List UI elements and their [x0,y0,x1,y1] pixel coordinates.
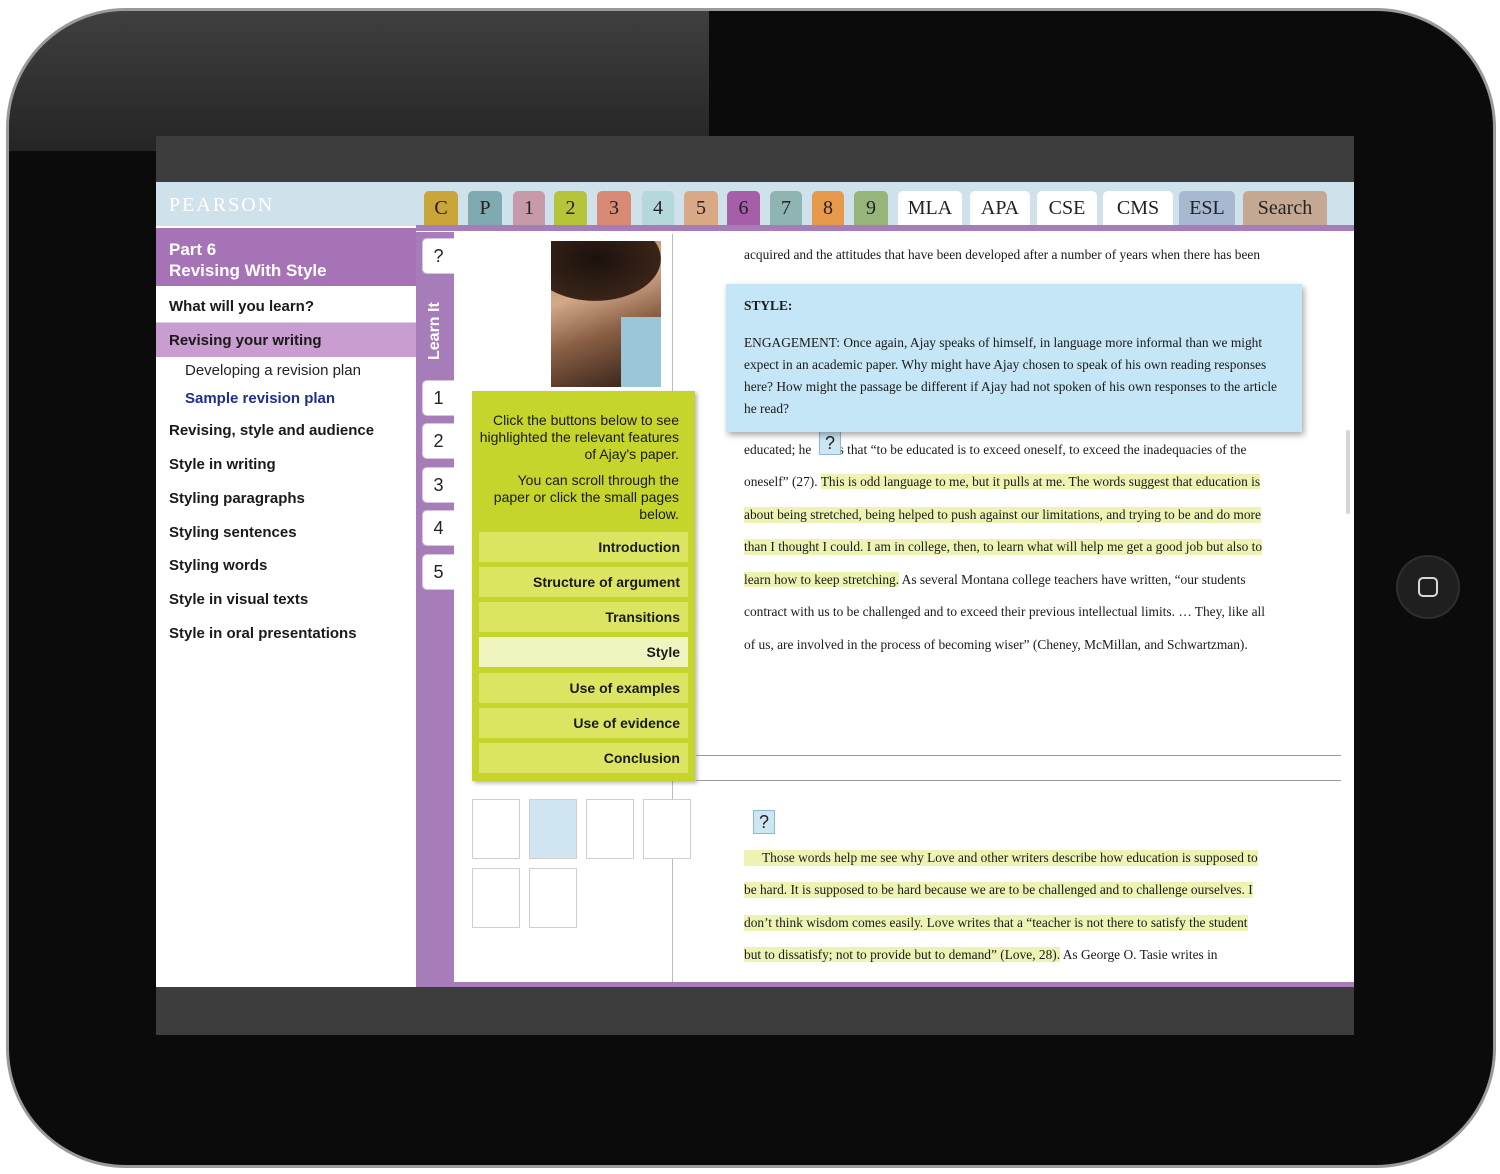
tab-1[interactable]: 1 [513,191,545,226]
nav-revising-style-audience[interactable]: Revising, style and audience [169,422,374,439]
highlighted-text: learn how to keep stretching. [744,572,900,587]
tab-4[interactable]: 4 [642,191,674,226]
structure-of-argument-button[interactable]: Structure of argument [479,567,688,597]
tab-c[interactable]: C [424,191,458,226]
highlighted-text: be hard. It is supposed to be hard becau… [744,882,1253,898]
nav-developing-revision-plan[interactable]: Developing a revision plan [185,362,361,379]
nav-style-visual-texts[interactable]: Style in visual texts [169,591,308,608]
doc-text: es that “to be educated is to exceed one… [832,442,1247,457]
annotation-marker[interactable]: ? [819,431,841,455]
pearson-logo: PEARSON [169,194,275,216]
tab-search[interactable]: Search [1243,191,1327,226]
doc-line: but to dissatisfy; not to provide but to… [744,947,1218,963]
nav-styling-sentences[interactable]: Styling sentences [169,524,297,541]
style-button[interactable]: Style [479,637,688,667]
home-button[interactable] [1396,555,1460,619]
style-popup: STYLE: ENGAGEMENT: Once again, Ajay spea… [726,284,1302,432]
highlighted-text: don’t think wisdom comes easily. Love wr… [744,915,1248,931]
nav-styling-words[interactable]: Styling words [169,557,267,574]
tab-5[interactable]: 5 [684,191,718,226]
tab-2[interactable]: 2 [554,191,587,226]
nav-what-will-you-learn[interactable]: What will you learn? [169,298,314,315]
help-tab[interactable]: ? [422,238,454,274]
tab-esl[interactable]: ESL [1179,191,1235,226]
nav-styling-paragraphs[interactable]: Styling paragraphs [169,490,305,507]
use-of-evidence-button[interactable]: Use of evidence [479,708,688,738]
page-thumbnail[interactable] [586,799,634,859]
page-thumbnail[interactable] [472,868,520,928]
transitions-button[interactable]: Transitions [479,602,688,632]
tab-6[interactable]: 6 [727,191,760,226]
bottom-rule [416,982,1354,987]
nav-sample-revision-plan[interactable]: Sample revision plan [185,390,335,407]
tablet-screen: PEARSON C P 1 2 3 4 5 6 7 8 9 MLA APA CSE CMS ESL Search… [156,136,1354,1035]
highlighted-text: than I thought I could. I am in college,… [744,539,1263,555]
app-window: PEARSON C P 1 2 3 4 5 6 7 8 9 MLA APA CSE CMS ESL Search… [156,182,1354,987]
page-break-line [696,755,1341,756]
tab-mla[interactable]: MLA [898,191,962,226]
page-thumbnail[interactable] [529,868,577,928]
doc-line: acquired and the attitudes that have bee… [744,247,1261,262]
part-header: Part 6 Revising With Style [156,228,416,286]
learn-tab-2[interactable]: 2 [422,423,454,459]
student-photo [551,241,661,387]
tab-8[interactable]: 8 [812,191,844,226]
introduction-button[interactable]: Introduction [479,532,688,562]
home-square-icon [1418,577,1438,597]
highlighted-text: about being stretched, being helped to p… [744,507,1261,523]
panel-intro: Click the buttons below to see highlight… [479,412,679,462]
tab-7[interactable]: 7 [770,191,802,226]
learn-tab-3[interactable]: 3 [422,467,454,503]
nav-revising-your-writing[interactable]: Revising your writing [169,332,322,349]
scrollbar[interactable] [1346,430,1350,514]
highlighted-text: This is odd language to me, but it pulls… [820,474,1261,489]
conclusion-button[interactable]: Conclusion [479,743,688,773]
page-thumbnail[interactable] [529,799,577,859]
page-thumbnail[interactable] [472,799,520,859]
sidebar: Part 6 Revising With Style What will you… [156,228,416,987]
learn-tab-4[interactable]: 4 [422,510,454,546]
tab-cse[interactable]: CSE [1037,191,1097,226]
tab-3[interactable]: 3 [597,191,631,226]
screen-glare [9,11,709,151]
tab-p[interactable]: P [468,191,502,226]
highlighted-text: but to dissatisfy; not to provide but to… [744,947,1061,962]
annotation-marker[interactable]: ? [753,810,775,834]
tab-apa[interactable]: APA [970,191,1030,226]
learn-it-label: Learn It [426,302,443,360]
tab-cms[interactable]: CMS [1103,191,1173,226]
part-number: Part 6 [169,240,217,259]
doc-text: oneself” (27). [744,474,821,489]
doc-line: of us, are involved in the process of be… [744,637,1248,652]
learn-tab-1[interactable]: 1 [422,380,454,416]
popup-title: STYLE: [744,298,793,313]
page-break-line [696,780,1341,781]
part-title: Revising With Style [169,261,327,280]
nav-style-in-writing[interactable]: Style in writing [169,456,276,473]
feature-panel: Click the buttons below to see highlight… [472,391,695,781]
doc-line: oneself” (27). This is odd language to m… [744,474,1261,490]
page-thumbnail[interactable] [643,799,691,859]
tab-9[interactable]: 9 [854,191,888,226]
doc-text: educated; he [744,442,815,457]
use-of-examples-button[interactable]: Use of examples [479,673,688,703]
doc-text: As several Montana college teachers have… [899,572,1246,587]
doc-line: learn how to keep stretching. As several… [744,572,1246,588]
panel-scroll-hint: You can scroll through the paper or clic… [493,472,679,522]
nav-style-oral-presentations[interactable]: Style in oral presentations [169,625,357,642]
popup-body: ENGAGEMENT: Once again, Ajay speaks of h… [744,335,1278,416]
doc-line: contract with us to be challenged and to… [744,604,1265,619]
doc-text: As George O. Tasie writes in [1060,947,1218,962]
tab-underline [416,225,1354,231]
learn-tab-5[interactable]: 5 [422,554,454,590]
highlighted-text: Those words help me see why Love and oth… [744,850,1258,866]
